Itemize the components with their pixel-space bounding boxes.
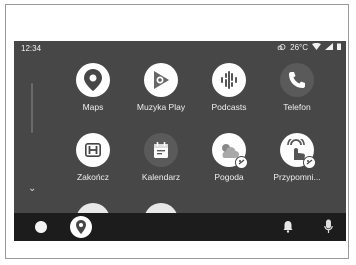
app-label: Pogoda xyxy=(214,172,244,182)
chevron-down-icon[interactable]: ⌄ xyxy=(28,183,36,194)
app-music[interactable]: Muzyka Play xyxy=(127,63,195,112)
bell-icon[interactable] xyxy=(283,220,293,238)
app-reminders[interactable]: Przypomni... xyxy=(263,133,331,182)
maps-pin-icon xyxy=(76,63,110,97)
maps-pin-icon[interactable] xyxy=(70,216,92,241)
honda-logo-icon xyxy=(76,133,110,167)
app-label: Maps xyxy=(82,102,104,112)
app-exit[interactable]: Zakończ xyxy=(59,133,127,182)
reminder-icon xyxy=(280,133,316,169)
scroll-indicator[interactable] xyxy=(31,83,33,133)
signal-icon xyxy=(325,43,333,52)
dock-bar xyxy=(14,213,346,241)
app-label: Podcasts xyxy=(211,102,247,112)
page-frame: 12:34 26°C ⌄ Maps Muzyka Play Podcasts T… xyxy=(5,4,349,259)
app-weather[interactable]: Pogoda xyxy=(195,133,263,182)
home-circle-icon[interactable] xyxy=(34,220,48,239)
badge-icon xyxy=(235,156,248,169)
phone-icon xyxy=(280,63,314,97)
battery-icon xyxy=(337,43,341,52)
app-label: Muzyka Play xyxy=(136,102,186,112)
badge-icon xyxy=(303,156,316,169)
status-time: 12:34 xyxy=(21,44,42,53)
app-label: Kalendarz xyxy=(141,172,181,182)
status-right: 26°C xyxy=(277,42,341,52)
microphone-icon[interactable] xyxy=(324,219,333,239)
wifi-icon xyxy=(312,42,321,52)
play-music-icon xyxy=(144,63,178,97)
app-podcasts[interactable]: Podcasts xyxy=(195,63,263,112)
app-label: Przypomni... xyxy=(273,172,321,182)
status-temperature: 26°C xyxy=(290,43,308,52)
app-phone[interactable]: Telefon xyxy=(263,63,331,112)
app-label: Telefon xyxy=(283,102,311,112)
calendar-icon xyxy=(144,133,178,167)
status-bar: 12:34 26°C xyxy=(14,41,346,55)
app-maps[interactable]: Maps xyxy=(59,63,127,112)
app-label: Zakończ xyxy=(76,172,110,182)
weather-icon xyxy=(212,133,248,169)
cloud-icon xyxy=(277,43,286,52)
app-calendar[interactable]: Kalendarz xyxy=(127,133,195,182)
podcasts-icon xyxy=(212,63,246,97)
android-auto-screen: 12:34 26°C ⌄ Maps Muzyka Play Podcasts T… xyxy=(14,41,346,241)
